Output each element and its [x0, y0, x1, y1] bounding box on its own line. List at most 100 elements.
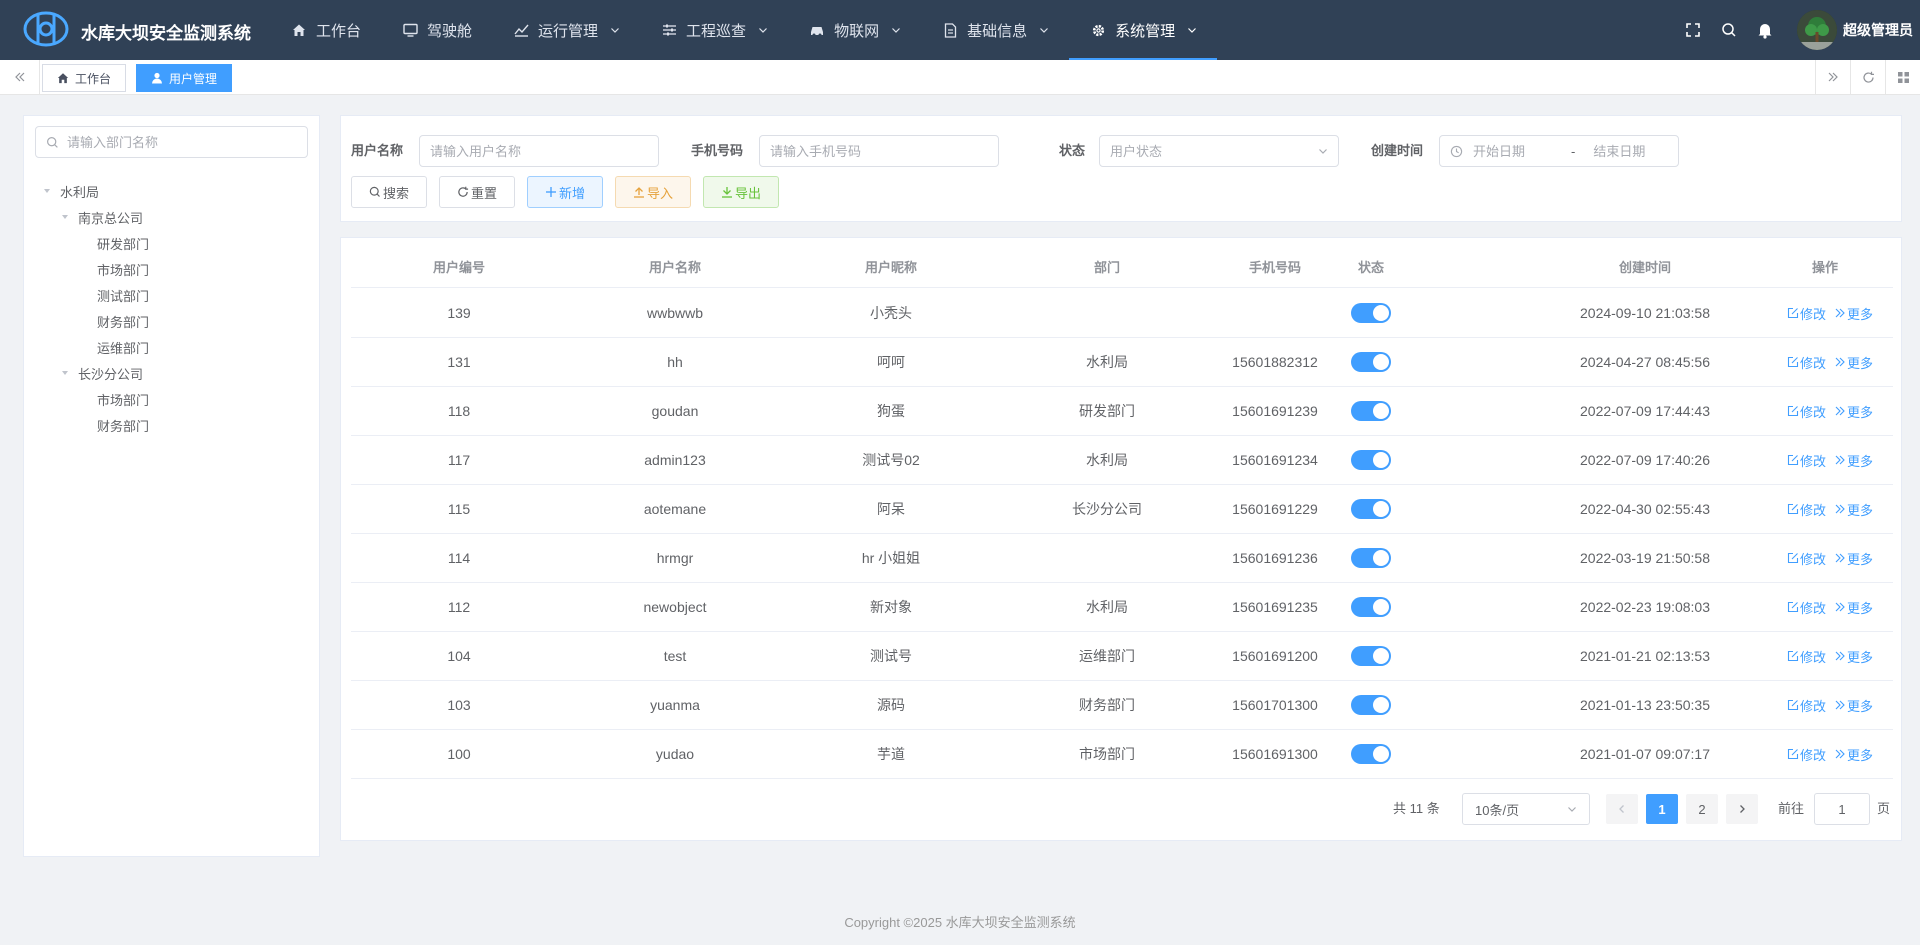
bell-icon[interactable]	[1747, 0, 1783, 60]
edit-link[interactable]: 修改	[1787, 451, 1826, 470]
export-button[interactable]: 导出	[703, 176, 779, 208]
prev-page-button[interactable]	[1606, 794, 1638, 824]
edit-icon	[1787, 503, 1799, 515]
edit-link[interactable]: 修改	[1787, 500, 1826, 519]
refresh-button[interactable]	[1850, 60, 1885, 94]
search-button[interactable]: 搜索	[351, 176, 427, 208]
edit-link[interactable]: 修改	[1787, 696, 1826, 715]
status-switch[interactable]	[1351, 499, 1391, 519]
username-input[interactable]	[430, 143, 648, 159]
tree-node[interactable]: 市场部门	[24, 386, 319, 412]
nav-item-inspection[interactable]: 工程巡查	[640, 0, 788, 60]
tree-node[interactable]: 运维部门	[24, 334, 319, 360]
username[interactable]: 超级管理员	[1843, 20, 1913, 40]
edit-link[interactable]: 修改	[1787, 304, 1826, 323]
tree-node[interactable]: 测试部门	[24, 282, 319, 308]
more-label: 更多	[1847, 649, 1874, 665]
status-switch[interactable]	[1351, 303, 1391, 323]
nickname-cell: 呵呵	[877, 354, 905, 370]
tags-view-bar: 工作台 用户管理	[0, 60, 1920, 95]
more-link[interactable]: 更多	[1834, 353, 1873, 372]
tree-node[interactable]: 研发部门	[24, 230, 319, 256]
status-switch[interactable]	[1351, 695, 1391, 715]
goto-page-input[interactable]: 1	[1814, 793, 1870, 825]
scroll-right-button[interactable]	[1815, 60, 1850, 94]
more-link[interactable]: 更多	[1834, 451, 1873, 470]
scroll-left-button[interactable]	[0, 60, 40, 94]
fullscreen-icon[interactable]	[1675, 0, 1711, 60]
more-link[interactable]: 更多	[1834, 304, 1873, 323]
caret-down-icon[interactable]	[42, 186, 52, 196]
page-size-select[interactable]: 10条/页	[1462, 793, 1590, 825]
nav-item-operation[interactable]: 运行管理	[492, 0, 640, 60]
caret-down-icon[interactable]	[60, 368, 70, 378]
edit-link[interactable]: 修改	[1787, 745, 1826, 764]
username-cell: goudan	[651, 403, 699, 419]
double-chevron-left-icon	[14, 72, 24, 82]
chevron-down-icon	[1187, 25, 1197, 35]
next-page-button[interactable]	[1726, 794, 1758, 824]
nav-item-cockpit[interactable]: 驾驶舱	[381, 0, 492, 60]
page-2-button[interactable]: 2	[1686, 794, 1718, 824]
tree-node[interactable]: 市场部门	[24, 256, 319, 282]
more-link[interactable]: 更多	[1834, 402, 1873, 421]
more-link[interactable]: 更多	[1834, 696, 1873, 715]
page-1-button[interactable]: 1	[1646, 794, 1678, 824]
tree-node[interactable]: 财务部门	[24, 308, 319, 334]
more-label: 更多	[1847, 551, 1874, 567]
edit-label: 修改	[1800, 551, 1827, 567]
add-button[interactable]: 新增	[527, 176, 603, 208]
status-switch[interactable]	[1351, 401, 1391, 421]
user-id-cell: 131	[447, 354, 471, 370]
tree-node[interactable]: 南京总公司	[24, 204, 319, 230]
status-switch[interactable]	[1351, 646, 1391, 666]
user-id-cell: 118	[447, 403, 471, 419]
caret-down-icon[interactable]	[60, 212, 70, 222]
nav-item-system[interactable]: 系统管理	[1069, 0, 1218, 60]
edit-link[interactable]: 修改	[1787, 598, 1826, 617]
tree-node[interactable]: 财务部门	[24, 412, 319, 438]
edit-link[interactable]: 修改	[1787, 402, 1826, 421]
edit-link[interactable]: 修改	[1787, 647, 1826, 666]
tree-node[interactable]: 长沙分公司	[24, 360, 319, 386]
download-icon	[721, 186, 733, 198]
end-date-input[interactable]	[1593, 143, 1674, 159]
more-link[interactable]: 更多	[1834, 549, 1873, 568]
more-link[interactable]: 更多	[1834, 598, 1873, 617]
status-select[interactable]	[1099, 135, 1339, 167]
table-row: 115 aotemane 阿呆 长沙分公司 15601691229 2022-04-30 …	[351, 485, 1893, 534]
reset-button[interactable]: 重置	[439, 176, 515, 208]
phone-input[interactable]	[770, 143, 988, 159]
tag-user-management[interactable]: 用户管理	[136, 64, 233, 92]
phone-cell: 15601691235	[1232, 599, 1318, 615]
nav-item-workbench[interactable]: 工作台	[270, 0, 381, 60]
more-link[interactable]: 更多	[1834, 745, 1873, 764]
more-link[interactable]: 更多	[1834, 500, 1873, 519]
row-actions: 修改 更多	[1787, 681, 1881, 729]
dept-search-input[interactable]	[67, 134, 287, 150]
nav-item-basic-info[interactable]: 基础信息	[921, 0, 1069, 60]
nav-item-iot[interactable]: 物联网	[788, 0, 921, 60]
tree-node[interactable]: 水利局	[24, 178, 319, 204]
tag-workbench[interactable]: 工作台	[42, 64, 127, 92]
status-switch[interactable]	[1351, 352, 1391, 372]
status-select-input[interactable]	[1110, 143, 1290, 159]
switch-knob	[1373, 648, 1389, 664]
import-button[interactable]: 导入	[615, 176, 691, 208]
date-range-picker[interactable]: -	[1439, 135, 1679, 167]
grid-menu-button[interactable]	[1885, 60, 1920, 94]
avatar[interactable]	[1797, 10, 1837, 50]
phone-cell: 15601701300	[1232, 697, 1318, 713]
start-date-input[interactable]	[1473, 143, 1553, 159]
search-icon[interactable]	[1711, 0, 1747, 60]
edit-link[interactable]: 修改	[1787, 353, 1826, 372]
table-row: 117 admin123 测试号02 水利局 15601691234 2022-07-09…	[351, 436, 1893, 485]
status-switch[interactable]	[1351, 548, 1391, 568]
status-switch[interactable]	[1351, 450, 1391, 470]
phone-cell: 15601691200	[1232, 648, 1318, 664]
more-link[interactable]: 更多	[1834, 647, 1873, 666]
edit-link[interactable]: 修改	[1787, 549, 1826, 568]
status-switch[interactable]	[1351, 597, 1391, 617]
status-switch[interactable]	[1351, 744, 1391, 764]
